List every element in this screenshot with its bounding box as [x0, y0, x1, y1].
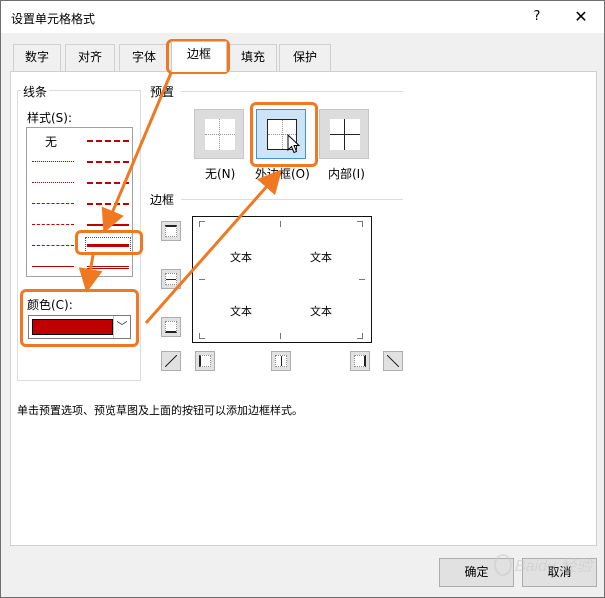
format-cells-dialog: 设置单元格格式 ? ✕ 数字 对齐 字体 边框 填充 保护 线条 样式(S): …: [0, 0, 605, 598]
tab-border[interactable]: 边框: [171, 41, 227, 72]
annotation-arrows: [78, 72, 282, 324]
